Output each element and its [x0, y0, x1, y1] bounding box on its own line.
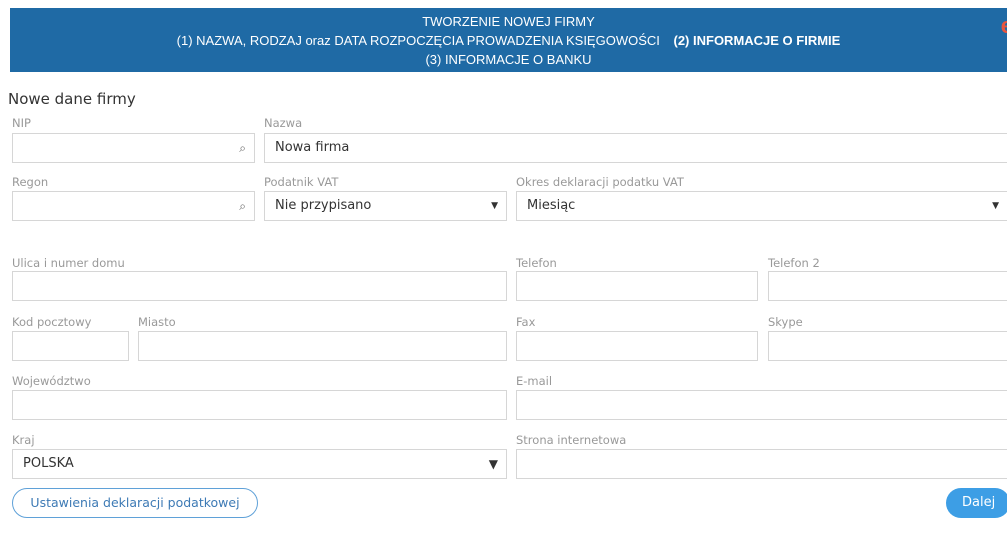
nazwa-value: Nowa firma	[275, 140, 350, 155]
ulica-label: Ulica i numer domu	[12, 256, 125, 270]
wizard-step-1[interactable]: (1) NAZWA, RODZAJ oraz DATA ROZPOCZĘCIA …	[177, 33, 660, 48]
okres-vat-label: Okres deklaracji podatku VAT	[516, 175, 684, 189]
podatnik-vat-select[interactable]: Nie przypisano ▼	[264, 191, 507, 221]
telefon-input[interactable]	[516, 271, 758, 301]
skype-label: Skype	[768, 315, 803, 329]
skype-input[interactable]	[768, 331, 1007, 361]
search-icon[interactable]: ⌕	[239, 134, 246, 162]
chevron-down-icon: ▼	[491, 201, 498, 211]
next-button[interactable]: Dalej	[946, 488, 1007, 518]
strona-label: Strona internetowa	[516, 433, 627, 447]
wizard-step-3[interactable]: (3) INFORMACJE O BANKU	[10, 50, 1007, 69]
miasto-input[interactable]	[138, 331, 507, 361]
wojewodztwo-label: Województwo	[12, 374, 91, 388]
company-creation-window: TWORZENIE NOWEJ FIRMY (1) NAZWA, RODZAJ …	[0, 0, 1007, 534]
nazwa-label: Nazwa	[264, 116, 303, 130]
telefon2-label: Telefon 2	[768, 256, 820, 270]
email-input[interactable]	[516, 390, 1007, 420]
okres-vat-value: Miesiąc	[527, 198, 576, 213]
fax-input[interactable]	[516, 331, 758, 361]
podatnik-vat-value: Nie przypisano	[275, 198, 372, 213]
podatnik-vat-label: Podatnik VAT	[264, 175, 339, 189]
kraj-value: POLSKA	[23, 456, 74, 471]
nip-label: NIP	[12, 116, 31, 130]
nazwa-input[interactable]: Nowa firma	[264, 133, 1007, 163]
email-label: E-mail	[516, 374, 553, 388]
section-title: Nowe dane firmy	[8, 90, 136, 108]
wizard-header: TWORZENIE NOWEJ FIRMY (1) NAZWA, RODZAJ …	[10, 8, 1007, 72]
kod-pocztowy-label: Kod pocztowy	[12, 315, 92, 329]
wizard-title: TWORZENIE NOWEJ FIRMY	[422, 14, 595, 29]
wojewodztwo-input[interactable]	[12, 390, 507, 420]
chevron-down-icon: ▼	[992, 201, 999, 211]
kraj-select[interactable]: POLSKA ▼	[12, 449, 507, 479]
app-logo: e	[1000, 13, 1007, 38]
kraj-label: Kraj	[12, 433, 35, 447]
fax-label: Fax	[516, 315, 536, 329]
miasto-label: Miasto	[138, 315, 176, 329]
kod-pocztowy-input[interactable]	[12, 331, 129, 361]
regon-label: Regon	[12, 175, 49, 189]
ulica-input[interactable]	[12, 271, 507, 301]
regon-input[interactable]: ⌕	[12, 191, 255, 221]
chevron-down-icon: ▼	[488, 457, 498, 471]
telefon-label: Telefon	[516, 256, 557, 270]
tax-settings-button[interactable]: Ustawienia deklaracji podatkowej	[12, 488, 258, 518]
strona-input[interactable]	[516, 449, 1007, 479]
wizard-steps-row: (1) NAZWA, RODZAJ oraz DATA ROZPOCZĘCIA …	[10, 31, 1007, 50]
telefon2-input[interactable]	[768, 271, 1007, 301]
okres-vat-select[interactable]: Miesiąc ▼	[516, 191, 1007, 221]
wizard-step-2-active[interactable]: (2) INFORMACJE O FIRMIE	[674, 33, 841, 48]
search-icon[interactable]: ⌕	[239, 192, 246, 220]
nip-input[interactable]: ⌕	[12, 133, 255, 163]
